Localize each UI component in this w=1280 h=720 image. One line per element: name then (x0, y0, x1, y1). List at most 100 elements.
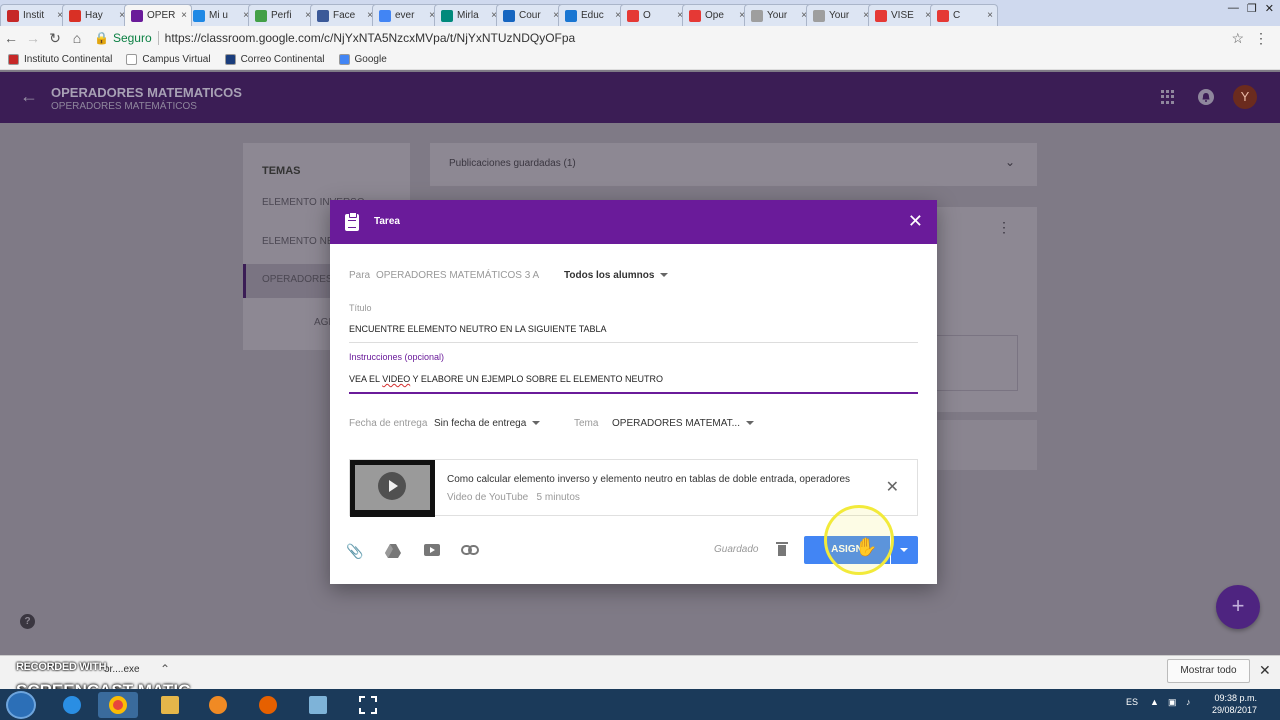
media-player-icon[interactable] (198, 692, 238, 718)
for-label: Para (349, 270, 371, 281)
bookmark-label: Campus Virtual (142, 54, 211, 65)
language-indicator[interactable]: ES (1126, 697, 1138, 707)
start-button[interactable] (6, 691, 36, 719)
tab-close-icon[interactable]: × (181, 10, 187, 21)
close-icon[interactable]: ✕ (1265, 2, 1274, 15)
back-icon[interactable]: ← (0, 30, 22, 46)
browser-tab[interactable]: O × (620, 4, 688, 26)
browser-tab[interactable]: Your × (744, 4, 812, 26)
browser-tab[interactable]: Educ × (558, 4, 626, 26)
network-icon[interactable]: ▣ (1168, 697, 1177, 708)
google-drive-icon[interactable] (385, 544, 403, 560)
browser-tab[interactable]: Instit × (0, 4, 68, 26)
saved-posts-bar[interactable]: Publicaciones guardadas (1) ⌄ (430, 143, 1037, 186)
back-arrow-icon[interactable]: ← (20, 86, 38, 107)
browser-tab[interactable]: VISE × (868, 4, 936, 26)
tray-arrow-icon[interactable]: ▲ (1150, 697, 1159, 707)
close-dialog-icon[interactable]: ✕ (908, 211, 923, 232)
snipping-tool-icon[interactable] (348, 692, 388, 718)
dialog-header: Tarea ✕ (330, 200, 937, 244)
chevron-up-icon[interactable]: ⌃ (160, 662, 170, 676)
instructions-field[interactable]: VEA EL VIDEO Y ELABORE UN EJEMPLO SOBRE … (349, 374, 918, 394)
browser-tab[interactable]: Cour × (496, 4, 564, 26)
explorer-icon[interactable] (150, 692, 190, 718)
video-thumbnail[interactable] (350, 460, 435, 517)
youtube-attachment[interactable]: Como calcular elemento inverso y element… (349, 459, 918, 517)
ie-icon[interactable] (52, 692, 92, 718)
browser-tab[interactable]: Face × (310, 4, 378, 26)
tab-favicon-icon (689, 9, 701, 22)
tab-label: OPER (147, 10, 176, 21)
restore-icon[interactable]: ❐ (1247, 2, 1257, 15)
due-date-selector[interactable]: Sin fecha de entrega (434, 418, 541, 429)
watermark-line1: RECORDED WITH (16, 661, 107, 673)
avatar[interactable]: Y (1233, 85, 1257, 109)
tab-favicon-icon (193, 9, 205, 22)
assignment-icon (345, 212, 359, 231)
tab-favicon-icon (751, 9, 763, 22)
browser-menu-icon[interactable]: ⋮ (1254, 30, 1268, 47)
attachment-title[interactable]: Como calcular elemento inverso y element… (447, 474, 850, 485)
browser-tab[interactable]: Mirla × (434, 4, 502, 26)
topic-item-active[interactable]: OPERADORES (262, 274, 333, 285)
browser-tab[interactable]: OPER × (124, 4, 192, 26)
notifications-bell-icon[interactable] (1198, 89, 1214, 105)
chrome-icon[interactable] (98, 692, 138, 718)
browser-tab[interactable]: Ope × (682, 4, 750, 26)
show-all-button[interactable]: Mostrar todo (1167, 659, 1250, 683)
browser-tab[interactable]: Your × (806, 4, 874, 26)
forward-icon[interactable]: → (22, 30, 44, 46)
caret-down-icon (660, 273, 669, 278)
tab-label: ever (395, 10, 415, 21)
browser-tab[interactable]: Perfi × (248, 4, 316, 26)
tab-favicon-icon (937, 9, 949, 22)
tab-favicon-icon (379, 9, 391, 22)
clock[interactable]: 09:38 p.m. 29/08/2017 (1212, 692, 1257, 716)
volume-icon[interactable]: ♪ (1186, 697, 1191, 707)
title-field[interactable]: ENCUENTRE ELEMENTO NEUTRO EN LA SIGUIENT… (349, 324, 918, 343)
close-download-bar-icon[interactable]: ✕ (1259, 662, 1271, 679)
clock-date: 29/08/2017 (1212, 705, 1258, 715)
minimize-icon[interactable]: — (1228, 2, 1239, 15)
assign-dropdown-button[interactable] (891, 536, 918, 564)
tab-label: Hay (85, 10, 103, 21)
chevron-down-icon[interactable]: ⌄ (1005, 155, 1015, 169)
tab-strip: Instit × Hay × OPER × Mi u × Perfi × Face × ever × Mir… (0, 0, 1280, 26)
apps-grid-icon[interactable] (1161, 90, 1175, 104)
help-icon[interactable]: ? (20, 614, 35, 629)
bookmark-item[interactable]: Instituto Continental (8, 54, 112, 65)
bookmark-item[interactable]: Campus Virtual (126, 54, 211, 65)
students-selector[interactable]: Todos los alumnos (564, 270, 669, 281)
play-icon[interactable] (378, 472, 406, 500)
calculator-icon[interactable] (298, 692, 338, 718)
add-fab-button[interactable]: + (1216, 585, 1260, 629)
spellcheck-word: VIDEO (382, 374, 411, 384)
topic-selector[interactable]: OPERADORES MATEMAT... (612, 418, 754, 429)
class-selector[interactable]: OPERADORES MATEMÁTICOS 3 A (376, 270, 539, 281)
trash-icon[interactable] (776, 542, 788, 557)
bookmark-star-icon[interactable]: ☆ (1231, 30, 1244, 47)
lock-icon: 🔒 (94, 31, 109, 45)
saved-status: Guardado (714, 544, 759, 555)
reload-icon[interactable]: ↻ (44, 30, 66, 47)
topic-item[interactable]: ELEMENTO NE (262, 236, 334, 247)
browser-tab[interactable]: ever × (372, 4, 440, 26)
tab-label: Your (767, 10, 788, 21)
youtube-icon[interactable] (424, 544, 442, 560)
browser-tab[interactable]: C × (930, 4, 998, 26)
bookmark-item[interactable]: Google (338, 54, 387, 65)
tab-close-icon[interactable]: × (987, 10, 993, 21)
url-field[interactable]: https://classroom.google.com/c/NjYxNTA5N… (165, 31, 576, 45)
browser-tab[interactable]: Mi u × (186, 4, 254, 26)
home-icon[interactable]: ⌂ (66, 30, 88, 46)
tab-label: Your (829, 10, 850, 21)
browser-tab[interactable]: Hay × (62, 4, 130, 26)
link-icon[interactable] (461, 545, 479, 561)
bookmark-item[interactable]: Correo Continental (224, 54, 325, 65)
topic-label: Tema (574, 418, 599, 429)
remove-attachment-icon[interactable]: ✕ (886, 477, 899, 497)
firefox-icon[interactable] (248, 692, 288, 718)
paperclip-icon[interactable]: 📎 (346, 543, 364, 559)
bookmark-label: Google (354, 54, 387, 65)
more-options-icon[interactable]: ⋮ (997, 219, 1011, 236)
